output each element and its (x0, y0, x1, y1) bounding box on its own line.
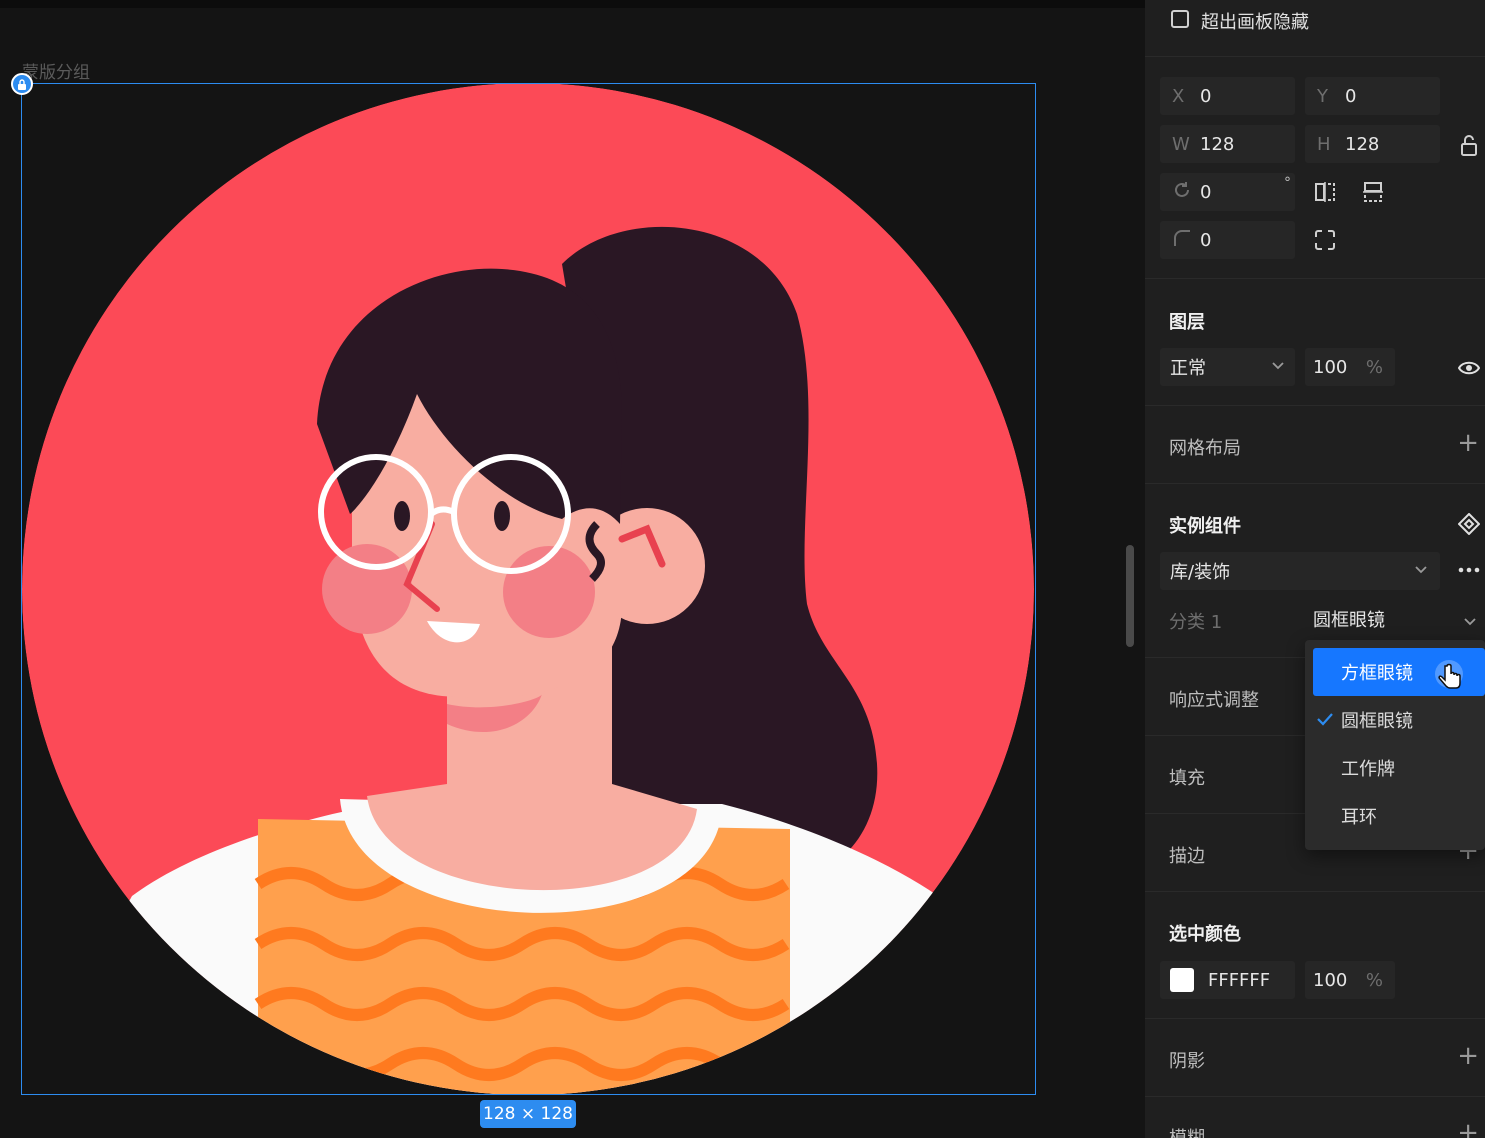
dropdown-item-square-glasses[interactable]: 方框眼镜 (1313, 648, 1485, 696)
dropdown-item-badge[interactable]: 工作牌 (1305, 744, 1485, 792)
clip-content-row[interactable]: 超出画板隐藏 (1145, 6, 1485, 34)
instance-section-title: 实例组件 (1169, 516, 1241, 537)
layer-section-title: 图层 (1169, 312, 1205, 333)
add-blur-button[interactable]: + (1457, 1120, 1479, 1138)
lock-icon[interactable] (11, 73, 33, 95)
add-grid-button[interactable]: + (1457, 430, 1479, 456)
selection-color-opacity-input[interactable]: 100 % (1305, 961, 1395, 999)
responsive-section-title: 响应式调整 (1169, 690, 1259, 711)
rotate-icon (1160, 180, 1194, 205)
color-swatch[interactable] (1170, 968, 1194, 992)
shadow-section-title: 阴影 (1169, 1051, 1205, 1072)
height-input[interactable]: H 128 (1305, 125, 1440, 163)
width-input[interactable]: W 128 (1160, 125, 1295, 163)
design-canvas[interactable]: 蒙版分组 128 × 128 (0, 0, 1145, 1138)
corner-radius-input[interactable]: 0 (1160, 221, 1295, 259)
selection-color-hex-input[interactable]: FFFFFF (1160, 961, 1295, 999)
dropdown-item-round-glasses[interactable]: 圆框眼镜 (1305, 696, 1485, 744)
flip-vertical-icon[interactable] (1361, 180, 1385, 204)
chevron-down-icon (1463, 612, 1477, 633)
clip-content-label: 超出画板隐藏 (1201, 12, 1309, 33)
layer-opacity-input[interactable]: 100 % (1305, 348, 1395, 386)
pointer-hand-icon (1435, 660, 1465, 699)
variant-dropdown-menu: 方框眼镜 圆框眼镜 工作牌 耳环 (1305, 640, 1485, 850)
selection-color-section-title: 选中颜色 (1169, 924, 1241, 945)
grid-section-title: 网格布局 (1169, 438, 1241, 459)
stroke-section-title: 描边 (1169, 846, 1205, 867)
blend-mode-select[interactable]: 正常 (1160, 348, 1295, 386)
checkmark-icon (1317, 710, 1333, 731)
variant-select[interactable]: 圆框眼镜 (1313, 600, 1483, 638)
y-input[interactable]: Y 0 (1305, 77, 1440, 115)
unlock-icon[interactable] (1457, 133, 1481, 157)
flip-horizontal-icon[interactable] (1313, 180, 1337, 204)
independent-corners-icon[interactable] (1313, 228, 1337, 252)
selection-frame[interactable] (21, 83, 1036, 1095)
component-icon[interactable] (1457, 512, 1481, 536)
blur-section-title: 模糊 (1169, 1124, 1205, 1138)
more-options-icon[interactable] (1457, 558, 1481, 582)
chevron-down-icon (1414, 560, 1428, 581)
dropdown-item-earrings[interactable]: 耳环 (1305, 792, 1485, 840)
chevron-down-icon (1271, 356, 1285, 377)
library-select[interactable]: 库/装饰 (1160, 552, 1440, 590)
property-label: 分类 1 (1169, 612, 1223, 633)
size-badge: 128 × 128 (480, 1100, 576, 1128)
add-shadow-button[interactable]: + (1457, 1043, 1479, 1069)
fill-section-title: 填充 (1169, 768, 1205, 789)
properties-panel: 超出画板隐藏 X 0 Y 0 W 128 H 128 0 ° 0 图层 正常 1… (1145, 0, 1485, 1138)
rotation-input[interactable]: 0 ° (1160, 173, 1295, 211)
checkbox-icon[interactable] (1171, 10, 1189, 28)
eye-icon[interactable] (1457, 356, 1481, 380)
canvas-scrollbar[interactable] (1126, 545, 1134, 647)
x-input[interactable]: X 0 (1160, 77, 1295, 115)
corner-radius-icon (1160, 228, 1194, 253)
